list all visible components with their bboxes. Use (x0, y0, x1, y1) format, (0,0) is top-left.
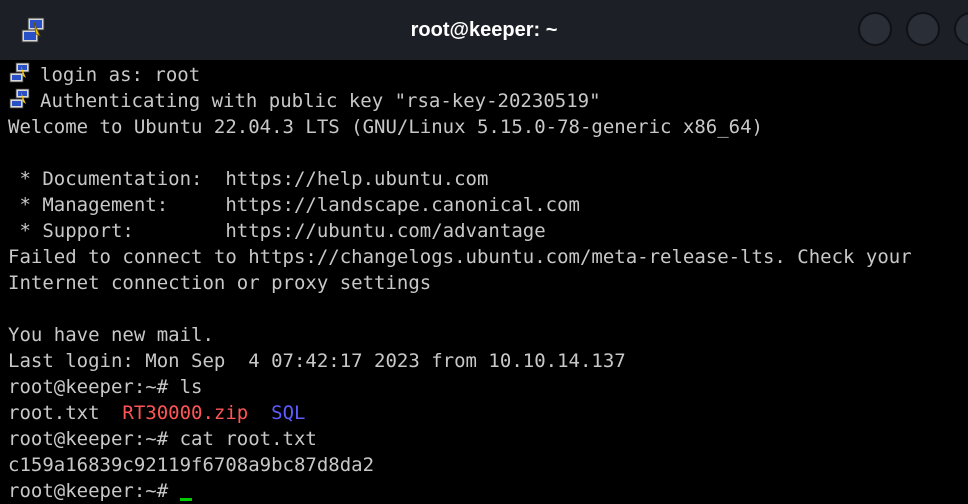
auth-message: Authenticating with public key "rsa-key-… (40, 90, 601, 112)
text-cursor (179, 498, 192, 501)
last-login-line: Last login: Mon Sep 4 07:42:17 2023 from… (8, 350, 626, 372)
current-prompt[interactable]: root@keeper:~# (8, 478, 192, 504)
support-line: * Support: https://ubuntu.com/advantage (8, 220, 546, 242)
mail-notice: You have new mail. (8, 324, 214, 346)
terminal-area[interactable]: login as: root Authenticating with publi… (0, 62, 968, 504)
management-line: * Management: https://landscape.canonica… (8, 194, 580, 216)
putty-window: root@keeper: ~ login as: root Authentica… (0, 0, 968, 504)
root-flag-output: c159a16839c92119f6708a9bc87d8da2 (8, 454, 375, 476)
ls-output: root.txt RT30000.zip SQL (8, 400, 305, 426)
connection-error-line-2: Internet connection or proxy settings (8, 272, 432, 294)
prompt-text: root@keeper:~# (8, 480, 180, 502)
dir-sql: SQL (271, 402, 306, 424)
welcome-message: Welcome to Ubuntu 22.04.3 LTS (GNU/Linux… (8, 116, 763, 138)
title-bar[interactable]: root@keeper: ~ (0, 0, 968, 60)
terminal-line: Authenticating with public key "rsa-key-… (8, 88, 601, 114)
login-prompt: login as: root (40, 64, 201, 86)
putty-icon (9, 62, 30, 83)
minimize-button[interactable] (858, 12, 892, 46)
file-rt30000-zip: RT30000.zip (122, 402, 249, 424)
terminal-line: login as: root (8, 62, 200, 88)
maximize-button[interactable] (906, 12, 940, 46)
connection-error-line: Failed to connect to https://changelogs.… (8, 246, 912, 268)
window-title: root@keeper: ~ (410, 19, 558, 41)
cat-command: root@keeper:~# cat root.txt (8, 428, 317, 450)
ls-command: root@keeper:~# ls (8, 376, 203, 398)
documentation-line: * Documentation: https://help.ubuntu.com (8, 168, 489, 190)
file-root-txt: root.txt (8, 402, 100, 424)
putty-icon (9, 88, 30, 109)
